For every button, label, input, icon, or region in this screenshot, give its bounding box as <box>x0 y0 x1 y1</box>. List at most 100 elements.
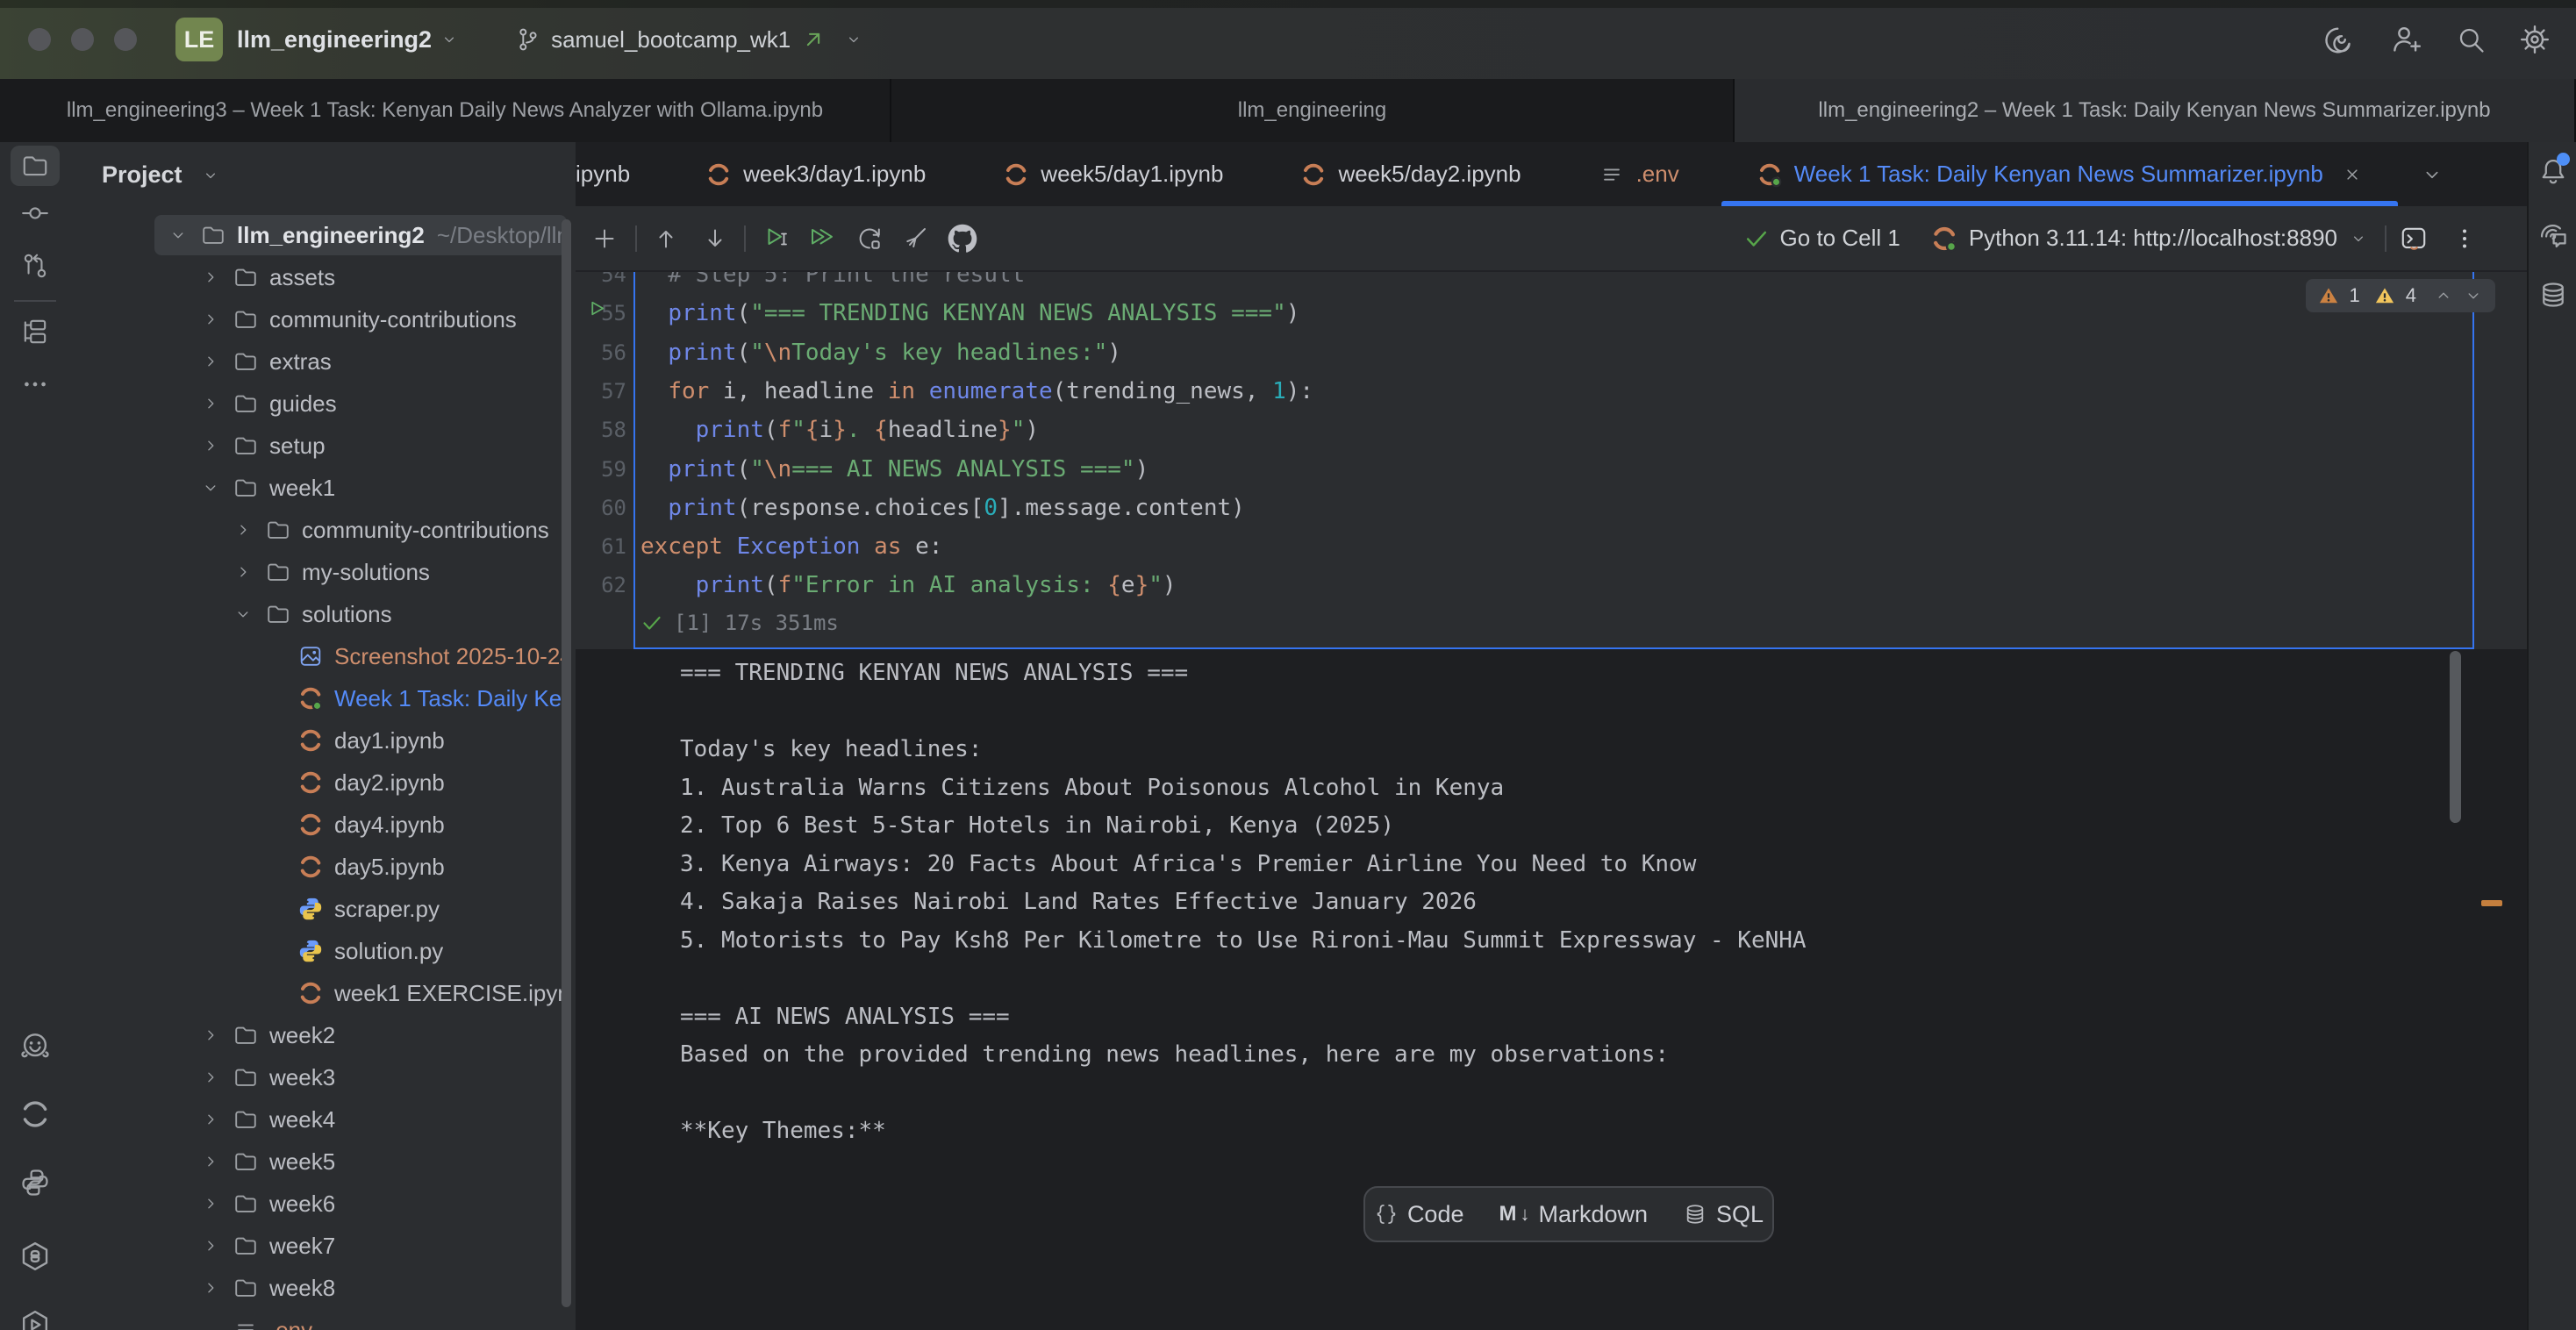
restart-kernel-button[interactable] <box>851 220 888 257</box>
settings-gear-icon[interactable] <box>2518 23 2551 56</box>
minimize-window-button[interactable] <box>71 28 94 51</box>
chevron-right-icon[interactable] <box>194 1236 227 1255</box>
tree-item[interactable]: week3 <box>70 1056 576 1098</box>
run-all-cells-button[interactable] <box>804 220 841 257</box>
tree-item[interactable]: day2.ipynb <box>70 762 576 804</box>
tree-item[interactable]: solutions <box>70 593 576 635</box>
chevron-right-icon[interactable] <box>194 268 227 287</box>
window-tab[interactable]: llm_engineering3 – Week 1 Task: Kenyan D… <box>0 79 891 142</box>
folder-icon <box>263 557 293 587</box>
next-warning-chevron-icon[interactable] <box>2464 286 2483 305</box>
editor-tab[interactable]: Week 1 Task: Daily Kenyan News Summarize… <box>1718 142 2401 206</box>
tree-item[interactable]: week7 <box>70 1225 576 1267</box>
chevron-down-icon[interactable] <box>2350 230 2367 247</box>
ai-assistant-icon[interactable] <box>2325 23 2358 56</box>
tree-item[interactable]: week1 <box>70 467 576 509</box>
chevron-right-icon[interactable] <box>194 436 227 455</box>
open-console-icon[interactable] <box>2395 220 2432 257</box>
move-cell-up-button[interactable] <box>648 220 684 257</box>
project-tree-scrollbar[interactable] <box>562 219 571 1307</box>
zoom-window-button[interactable] <box>114 28 137 51</box>
add-cell-button[interactable] <box>586 220 623 257</box>
tree-item[interactable]: week6 <box>70 1183 576 1225</box>
chevron-right-icon[interactable] <box>194 394 227 413</box>
github-icon[interactable] <box>944 220 981 257</box>
editor-tab[interactable]: .env <box>1560 142 1718 206</box>
tree-item[interactable]: community-contributions <box>70 298 576 340</box>
tree-item[interactable]: .env <box>70 1309 576 1330</box>
more-tools-button[interactable] <box>11 364 60 404</box>
window-tab[interactable]: llm_engineering <box>891 79 1735 142</box>
chevron-down-icon[interactable] <box>161 225 195 245</box>
editor-tab[interactable]: ipynb <box>576 142 667 206</box>
tree-item[interactable]: scraper.py <box>70 888 576 930</box>
tree-item[interactable]: solution.py <box>70 930 576 972</box>
move-cell-down-button[interactable] <box>697 220 733 257</box>
add-sql-cell-button[interactable]: SQL <box>1665 1188 1781 1241</box>
branch-widget[interactable]: samuel_bootcamp_wk1 <box>514 26 862 54</box>
tree-item[interactable]: day1.ipynb <box>70 719 576 762</box>
tree-item[interactable]: assets <box>70 256 576 298</box>
tree-item[interactable]: Week 1 Task: Daily Kenyan <box>70 677 576 719</box>
chevron-down-icon[interactable] <box>194 478 227 497</box>
interpreter-selector[interactable]: Python 3.11.14: http://localhost:8890 <box>1969 225 2337 252</box>
tree-item[interactable]: community-contributions <box>70 509 576 551</box>
chevron-right-icon[interactable] <box>194 1110 227 1129</box>
hugging-face-tool-button[interactable] <box>11 1026 60 1067</box>
python-packages-tool-button[interactable] <box>11 1236 60 1276</box>
tree-item[interactable]: extras <box>70 340 576 383</box>
tree-item[interactable]: day5.ipynb <box>70 846 576 888</box>
chevron-right-icon[interactable] <box>194 352 227 371</box>
editor-tab[interactable]: week3/day1.ipynb <box>667 142 964 206</box>
ai-chat-tool-button[interactable] <box>2537 221 2569 253</box>
project-panel-header[interactable]: Project <box>102 161 219 189</box>
chevron-right-icon[interactable] <box>194 1026 227 1045</box>
structure-tool-button[interactable] <box>11 311 60 352</box>
run-line-gutter-icon[interactable] <box>588 299 609 320</box>
editor-tab[interactable]: week5/day1.ipynb <box>964 142 1262 206</box>
editor-tab[interactable]: week5/day2.ipynb <box>1262 142 1559 206</box>
project-tool-button[interactable] <box>11 146 60 186</box>
pull-requests-tool-button[interactable] <box>11 246 60 286</box>
chevron-right-icon[interactable] <box>194 1152 227 1171</box>
inspections-widget[interactable]: 1 4 <box>2306 279 2496 312</box>
close-tab-icon[interactable] <box>2342 164 2363 185</box>
run-cell-button[interactable] <box>758 220 795 257</box>
tree-item[interactable]: guides <box>70 383 576 425</box>
tree-item[interactable]: week5 <box>70 1141 576 1183</box>
chevron-right-icon[interactable] <box>194 1278 227 1298</box>
commit-tool-button[interactable] <box>11 193 60 233</box>
chevron-right-icon[interactable] <box>226 562 260 582</box>
tree-item[interactable]: day4.ipynb <box>70 804 576 846</box>
tree-item[interactable]: week2 <box>70 1014 576 1056</box>
tab-list-chevron-icon[interactable] <box>2421 163 2444 186</box>
tree-item[interactable]: Screenshot 2025-10-24 at <box>70 635 576 677</box>
python-console-tool-button[interactable] <box>11 1162 60 1203</box>
tree-item[interactable]: week4 <box>70 1098 576 1141</box>
chevron-right-icon[interactable] <box>194 1068 227 1087</box>
chevron-right-icon[interactable] <box>194 1194 227 1213</box>
window-tab[interactable]: llm_engineering2 – Week 1 Task: Daily Ke… <box>1735 79 2576 142</box>
chevron-down-icon[interactable] <box>226 604 260 624</box>
tree-item[interactable]: week8 <box>70 1267 576 1309</box>
previous-warning-chevron-icon[interactable] <box>2434 286 2453 305</box>
tree-item[interactable]: setup <box>70 425 576 467</box>
chevron-right-icon[interactable] <box>226 520 260 540</box>
search-everywhere-icon[interactable] <box>2455 24 2487 55</box>
tree-item[interactable]: week1 EXERCISE.ipynb <box>70 972 576 1014</box>
chevron-right-icon[interactable] <box>194 310 227 329</box>
add-code-cell-button[interactable]: Code <box>1356 1188 1482 1241</box>
project-selector[interactable]: llm_engineering2 <box>237 26 432 54</box>
tree-item[interactable]: my-solutions <box>70 551 576 593</box>
clear-outputs-button[interactable] <box>897 220 934 257</box>
editor-scrollbar[interactable] <box>2450 651 2461 823</box>
kebab-menu-icon[interactable] <box>2446 220 2483 257</box>
jupyter-tool-button[interactable] <box>11 1094 60 1134</box>
code-with-me-icon[interactable] <box>2390 23 2423 56</box>
database-tool-button[interactable] <box>2537 279 2569 311</box>
tree-item[interactable]: llm_engineering2~/Desktop/llm_en <box>70 214 576 256</box>
close-window-button[interactable] <box>28 28 51 51</box>
add-markdown-cell-button[interactable]: M↓ Markdown <box>1481 1188 1665 1241</box>
services-tool-button[interactable] <box>11 1305 60 1330</box>
go-to-cell-button[interactable]: Go to Cell 1 <box>1780 225 1900 252</box>
